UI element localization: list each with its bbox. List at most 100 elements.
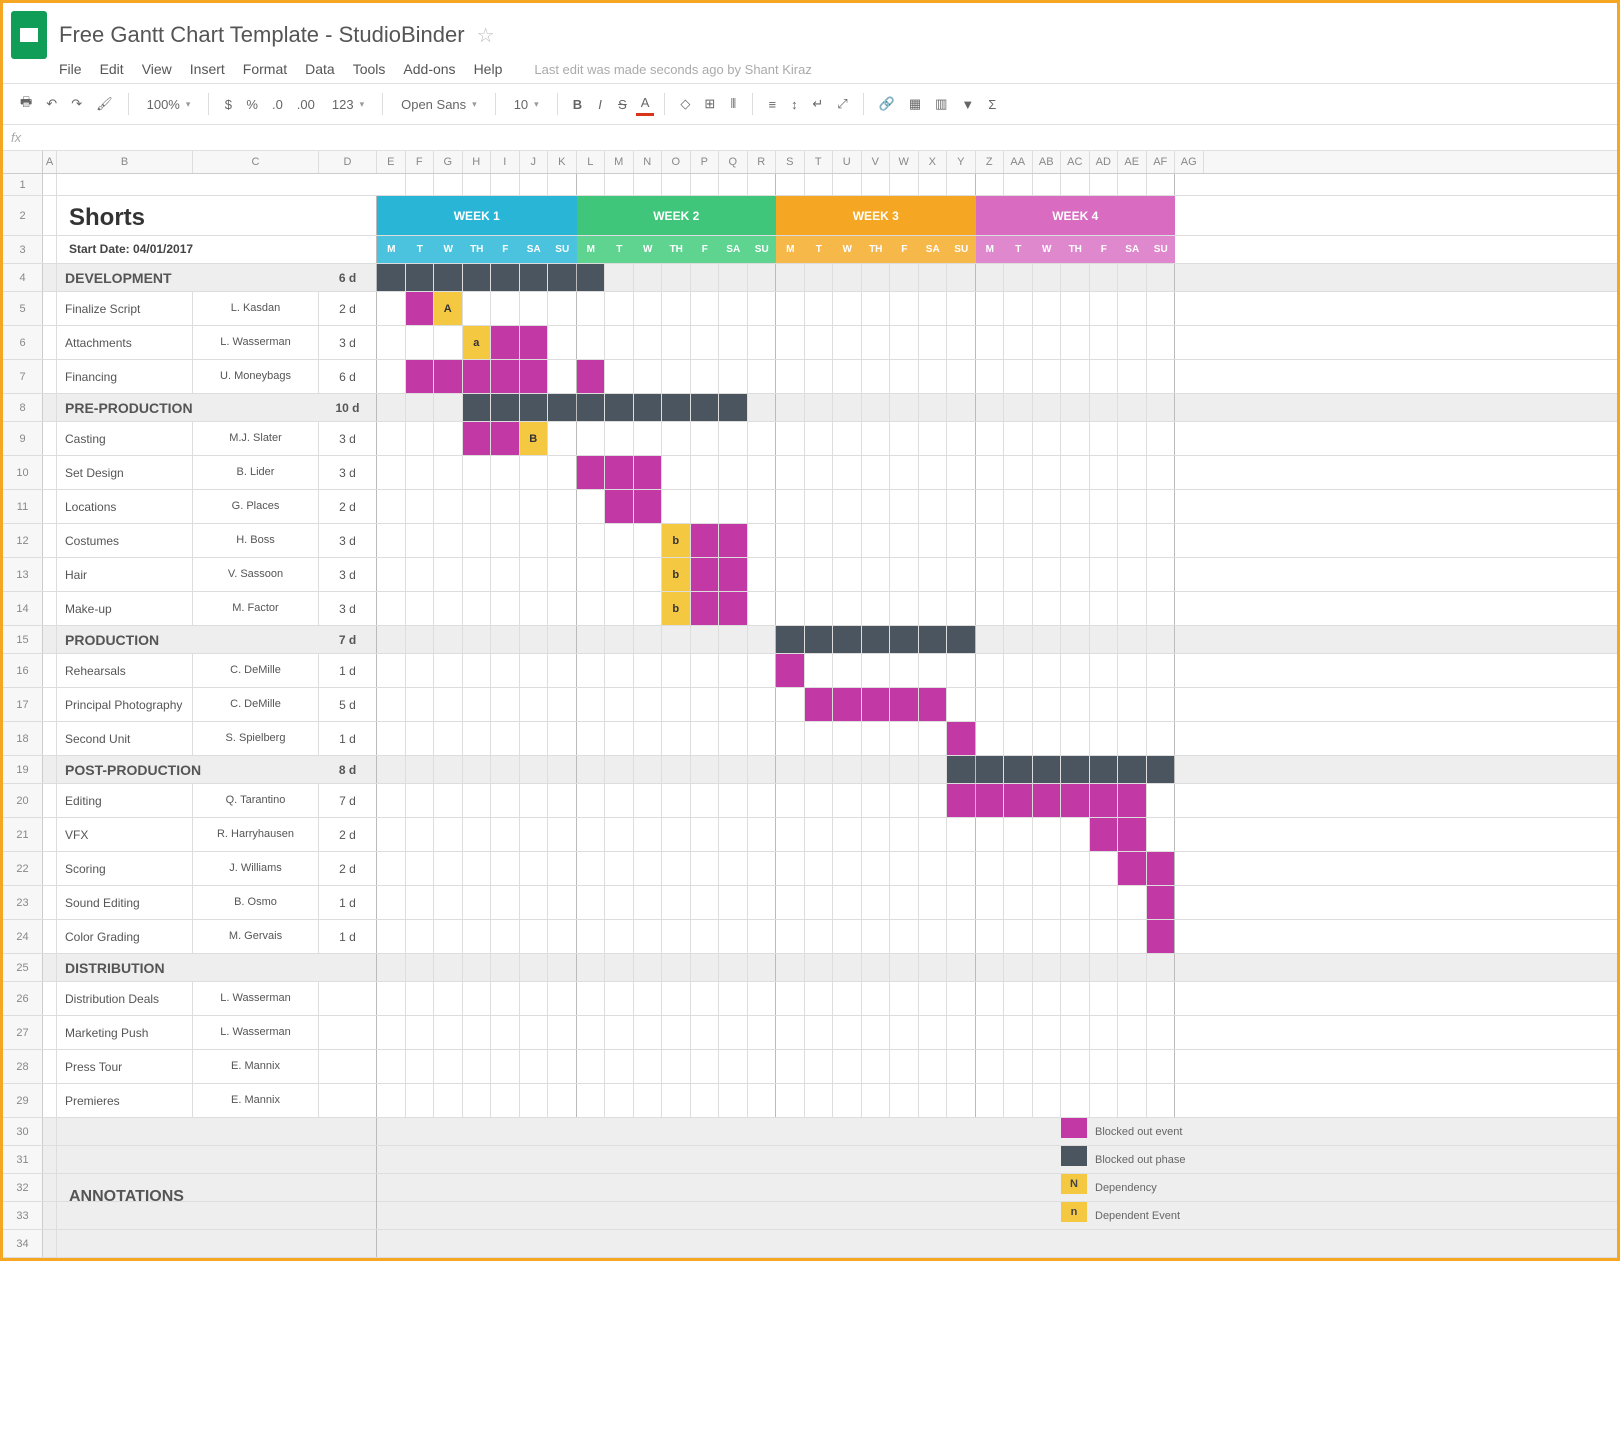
menu-data[interactable]: Data (305, 61, 335, 77)
day-cell[interactable] (377, 264, 406, 291)
day-cell[interactable] (1004, 558, 1033, 591)
day-cell[interactable] (1118, 360, 1147, 393)
day-cell[interactable] (833, 626, 862, 653)
column-header-L[interactable]: L (577, 151, 606, 173)
day-cell[interactable] (833, 756, 862, 783)
day-cell[interactable] (919, 490, 948, 523)
day-cell[interactable] (1118, 1084, 1147, 1117)
day-cell[interactable] (1147, 592, 1176, 625)
day-cell[interactable] (377, 1050, 406, 1083)
day-cell[interactable] (491, 490, 520, 523)
day-cell[interactable] (691, 852, 720, 885)
day-cell[interactable] (776, 688, 805, 721)
day-cell[interactable] (748, 1016, 777, 1049)
day-cell[interactable] (406, 292, 435, 325)
column-header-AD[interactable]: AD (1090, 151, 1119, 173)
row-header[interactable]: 17 (3, 688, 43, 721)
borders-icon[interactable]: ⊞ (699, 93, 720, 115)
day-cell[interactable] (1090, 422, 1119, 455)
day-cell[interactable] (976, 292, 1005, 325)
day-cell[interactable] (1061, 1016, 1090, 1049)
day-cell[interactable] (748, 852, 777, 885)
day-cell[interactable] (491, 784, 520, 817)
day-cell[interactable] (377, 688, 406, 721)
menu-view[interactable]: View (142, 61, 172, 77)
day-cell[interactable] (634, 264, 663, 291)
text-color-icon[interactable]: A (636, 92, 655, 116)
day-cell[interactable] (1004, 326, 1033, 359)
day-cell[interactable] (1147, 818, 1176, 851)
day-cell[interactable] (1061, 326, 1090, 359)
day-cell[interactable] (1033, 688, 1062, 721)
day-cell[interactable] (1090, 394, 1119, 421)
undo-icon[interactable]: ↶ (41, 93, 62, 115)
day-cell[interactable] (1033, 756, 1062, 783)
font-dropdown[interactable]: Open Sans (393, 94, 485, 115)
day-cell[interactable] (919, 558, 948, 591)
day-cell[interactable] (1061, 886, 1090, 919)
day-cell[interactable] (691, 654, 720, 687)
day-cell[interactable] (976, 1084, 1005, 1117)
day-cell[interactable] (691, 784, 720, 817)
day-cell[interactable] (577, 524, 606, 557)
day-cell[interactable] (1147, 886, 1176, 919)
day-cell[interactable] (634, 688, 663, 721)
day-cell[interactable]: a (463, 326, 492, 359)
day-cell[interactable] (377, 852, 406, 885)
day-cell[interactable] (1033, 592, 1062, 625)
day-cell[interactable] (1118, 394, 1147, 421)
day-cell[interactable] (520, 756, 549, 783)
day-cell[interactable] (947, 326, 976, 359)
day-cell[interactable] (406, 886, 435, 919)
day-cell[interactable] (919, 982, 948, 1015)
day-cell[interactable] (976, 784, 1005, 817)
day-cell[interactable] (548, 688, 577, 721)
day-cell[interactable] (719, 756, 748, 783)
day-cell[interactable] (491, 688, 520, 721)
day-cell[interactable] (434, 422, 463, 455)
day-cell[interactable] (748, 264, 777, 291)
day-cell[interactable] (520, 626, 549, 653)
day-cell[interactable] (1147, 1016, 1176, 1049)
day-cell[interactable] (463, 954, 492, 981)
day-cell[interactable] (1090, 1084, 1119, 1117)
column-header-AA[interactable]: AA (1004, 151, 1033, 173)
day-cell[interactable] (919, 422, 948, 455)
day-cell[interactable] (1090, 886, 1119, 919)
day-cell[interactable] (691, 422, 720, 455)
day-cell[interactable] (947, 886, 976, 919)
day-cell[interactable] (662, 174, 691, 195)
day-cell[interactable] (1147, 688, 1176, 721)
day-cell[interactable] (634, 654, 663, 687)
day-cell[interactable] (748, 982, 777, 1015)
day-cell[interactable] (634, 292, 663, 325)
day-cell[interactable] (434, 756, 463, 783)
day-cell[interactable] (1061, 756, 1090, 783)
day-cell[interactable] (491, 626, 520, 653)
day-cell[interactable] (520, 688, 549, 721)
day-cell[interactable] (947, 626, 976, 653)
row-header[interactable]: 12 (3, 524, 43, 557)
day-cell[interactable] (890, 982, 919, 1015)
day-cell[interactable] (1118, 558, 1147, 591)
day-cell[interactable] (776, 394, 805, 421)
day-cell[interactable] (833, 456, 862, 489)
menu-insert[interactable]: Insert (190, 61, 225, 77)
day-cell[interactable] (491, 886, 520, 919)
day-cell[interactable] (1118, 688, 1147, 721)
day-cell[interactable] (919, 1016, 948, 1049)
menu-edit[interactable]: Edit (100, 61, 124, 77)
day-cell[interactable] (577, 174, 606, 195)
day-cell[interactable] (548, 264, 577, 291)
day-cell[interactable] (520, 982, 549, 1015)
day-cell[interactable] (862, 174, 891, 195)
day-cell[interactable] (548, 1050, 577, 1083)
day-cell[interactable] (605, 654, 634, 687)
day-cell[interactable] (520, 264, 549, 291)
row-header[interactable]: 16 (3, 654, 43, 687)
day-cell[interactable] (1004, 422, 1033, 455)
day-cell[interactable] (577, 360, 606, 393)
day-cell[interactable] (805, 818, 834, 851)
day-cell[interactable] (833, 920, 862, 953)
row-header[interactable]: 7 (3, 360, 43, 393)
